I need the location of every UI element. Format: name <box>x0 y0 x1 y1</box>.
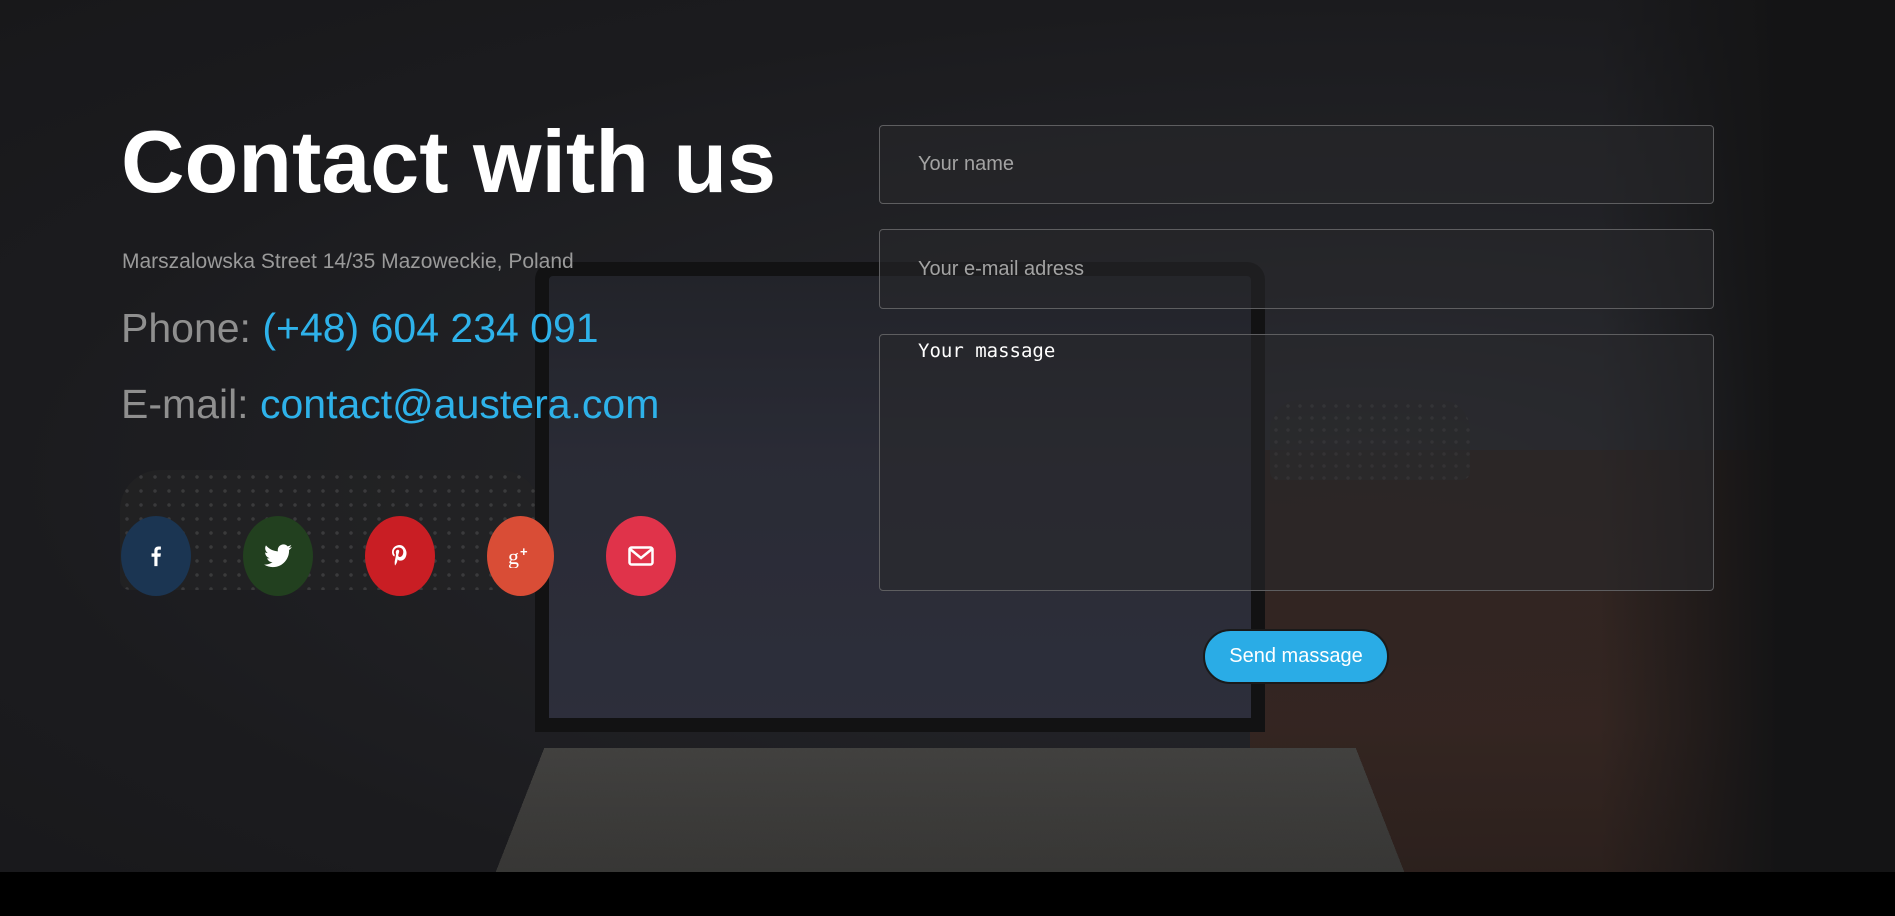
svg-text:+: + <box>520 544 528 559</box>
page-title: Contact with us <box>121 112 777 211</box>
phone-label: Phone: <box>121 305 263 351</box>
social-facebook-button[interactable] <box>121 516 191 596</box>
social-google-plus-button[interactable]: g + <box>487 516 554 596</box>
message-field-wrapper <box>879 334 1714 591</box>
mail-icon <box>628 546 654 566</box>
name-field-wrapper <box>879 125 1714 204</box>
email-line: E-mail: contact@austera.com <box>121 381 659 428</box>
google-plus-icon: g + <box>508 544 528 568</box>
svg-text:g: g <box>508 544 519 568</box>
email-link[interactable]: contact@austera.com <box>260 381 659 427</box>
email-input[interactable] <box>880 230 1713 308</box>
email-label: E-mail: <box>121 381 260 427</box>
bottom-bar <box>0 872 1895 916</box>
phone-link[interactable]: (+48) 604 234 091 <box>262 305 598 351</box>
social-mail-button[interactable] <box>606 516 676 596</box>
phone-line: Phone: (+48) 604 234 091 <box>121 305 599 352</box>
twitter-icon <box>264 544 292 568</box>
email-field-wrapper <box>879 229 1714 309</box>
social-twitter-button[interactable] <box>243 516 313 596</box>
pinterest-icon <box>392 545 407 566</box>
social-pinterest-button[interactable] <box>365 516 435 596</box>
facebook-icon <box>151 546 161 567</box>
send-message-button[interactable]: Send massage <box>1203 629 1389 684</box>
address-text: Marszalowska Street 14/35 Mazoweckie, Po… <box>122 250 574 273</box>
message-textarea[interactable] <box>880 335 1713 590</box>
name-input[interactable] <box>880 126 1713 203</box>
contact-section: Contact with us Marszalowska Street 14/3… <box>0 0 1895 872</box>
